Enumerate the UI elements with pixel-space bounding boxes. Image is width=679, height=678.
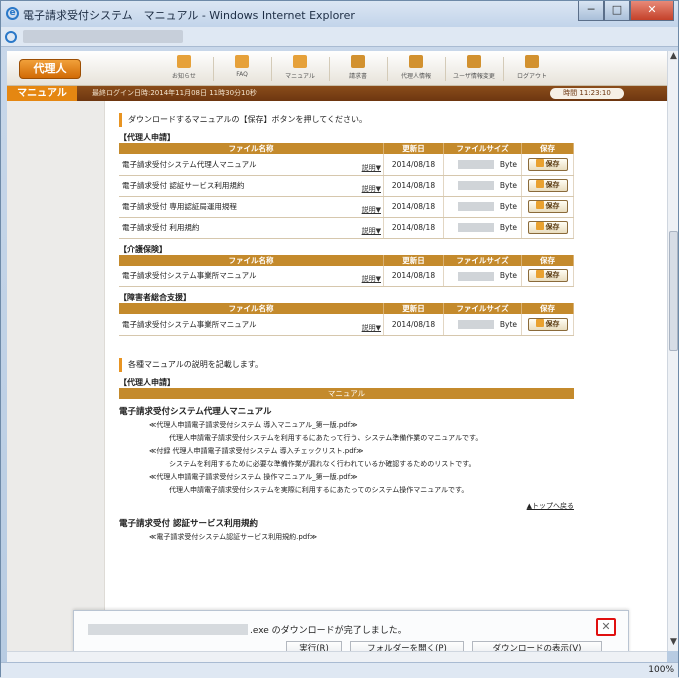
save-button[interactable]: 保存 [527,157,568,171]
save-icon [535,201,544,209]
nav-logout[interactable]: ログアウト [505,55,559,83]
section-title: 【介護保険】 [119,244,167,254]
save-icon [535,270,544,279]
desc-link[interactable]: 説明▼ [362,226,381,236]
sub-header: マニュアル 最終ログイン日時:2014年11月08日 11時30分10秒 時間 … [7,86,667,101]
filename-redacted [88,624,248,635]
user-card-icon [467,55,481,68]
table-row: 電子請求受付 利用規約 説明▼ 2014/08/18 Byte 保存 [119,217,574,239]
nav-faq[interactable]: FAQ [215,55,269,83]
table-row: 電子請求受付システム事業所マニュアル 説明▼ 2014/08/18 Byte 保存 [119,314,574,336]
book-icon [293,55,307,68]
notice-description: 各種マニュアルの説明を記載します。 [119,357,574,372]
app-header: 代理人 お知らせ FAQ マニュアル 請求書 代理人情報 ユーザ情報変更 ログア… [7,51,667,86]
manual-line: ≪代理人申請電子請求受付システム 導入マニュアル_第一版.pdf≫ [149,420,358,429]
zoom-level[interactable]: 100% [648,665,674,675]
main-content: ダウンロードするマニュアルの【保存】ボタンを押してください。 【代理人申請】 フ… [119,113,574,542]
save-button[interactable]: 保存 [527,317,568,331]
save-icon [535,318,544,327]
manual-title: 電子請求受付システム代理人マニュアル [119,406,272,417]
save-button[interactable]: 保存 [527,179,568,192]
desc-link[interactable]: 説明▼ [362,323,381,333]
scroll-thumb[interactable] [669,231,678,351]
notice-download: ダウンロードするマニュアルの【保存】ボタンを押してください。 [119,113,574,127]
manual-line: ≪代理人申請電子請求受付システム 操作マニュアル_第一版.pdf≫ [149,472,358,481]
left-column [7,101,105,651]
ie-page-icon [5,31,17,43]
desc-link[interactable]: 説明▼ [362,205,381,215]
last-login: 最終ログイン日時:2014年11月08日 11時30分10秒 [92,89,257,97]
download-message: .exe のダウンロードが完了しました。 [250,626,407,636]
scroll-down-icon[interactable]: ▼ [668,637,679,651]
section-title: 【障害者総合支援】 [119,293,191,302]
manual-line: ≪付録 代理人申請電子請求受付システム 導入チェックリスト.pdf≫ [149,446,364,455]
nav-manual[interactable]: マニュアル [273,55,327,83]
vertical-scrollbar[interactable]: ▲ ▼ [667,51,678,651]
horizontal-scrollbar[interactable] [7,651,667,662]
manual-table-agent: ファイル名称 更新日 ファイルサイズ 保存 電子請求受付システム代理人マニュアル 説明▼… [119,143,574,239]
manual-tab: マニュアル [7,86,77,101]
table-row: 電子請求受付システム代理人マニュアル 説明▼ 2014/08/18 Byte 保存 [119,154,574,176]
table-row: 電子請求受付 認証サービス利用規約 説明▼ 2014/08/18 Byte 保存 [119,175,574,197]
window-title: 電子請求受付システム マニュアル - Windows Internet Expl… [23,9,355,22]
session-timer: 時間 11:23:10 [550,88,624,99]
agent-button[interactable]: 代理人 [19,59,81,79]
close-icon[interactable]: ✕ [596,618,616,636]
table-row: 電子請求受付システム事業所マニュアル 説明▼ 2014/08/18 Byte 保存 [119,265,574,287]
address-field[interactable] [23,30,183,43]
desc-link[interactable]: 説明▼ [362,274,381,284]
manual-header: マニュアル [119,387,574,399]
status-bar: 100% [1,662,678,678]
manual-table-care: ファイル名称 更新日 ファイルサイズ 保存 電子請求受付システム事業所マニュアル 説明▼… [119,254,574,287]
nav-notice[interactable]: お知らせ [157,55,211,83]
section-title: 【代理人申請】 [119,377,175,387]
save-icon [535,158,544,167]
manual-line: システムを利用するために必要な準備作業が漏れなく行われているか確認するためのリス… [169,459,476,468]
ie-logo-icon: e [6,7,19,20]
title-bar: e 電子請求受付システム マニュアル - Windows Internet Ex… [1,1,678,27]
save-button[interactable]: 保存 [527,221,568,234]
info-icon [177,55,191,68]
save-icon [535,180,544,188]
manual-table-disability: ファイル名称 更新日 ファイルサイズ 保存 電子請求受付システム事業所マニュアル 説明▼… [119,303,574,336]
close-window-button[interactable]: ✕ [630,1,674,21]
page-viewport: 代理人 お知らせ FAQ マニュアル 請求書 代理人情報 ユーザ情報変更 ログア… [7,51,667,651]
invoice-icon [351,55,365,68]
manual-title: 電子請求受付 認証サービス利用規約 [119,518,258,529]
section-title: 【代理人申請】 [119,133,175,142]
maximize-button[interactable]: □ [604,1,630,21]
browser-window: e 電子請求受付システム マニュアル - Windows Internet Ex… [0,0,679,678]
person-icon [409,55,423,68]
logout-icon [525,55,539,68]
table-row: 電子請求受付 専用認証局運用規程 説明▼ 2014/08/18 Byte 保存 [119,196,574,218]
save-button[interactable]: 保存 [527,200,568,213]
address-bar[interactable] [1,27,678,47]
save-icon [535,222,544,230]
desc-link[interactable]: 説明▼ [362,184,381,194]
nav-agent-info[interactable]: 代理人情報 [389,55,443,83]
minimize-button[interactable]: ─ [578,1,604,21]
back-to-top-link[interactable]: ▲トップへ戻る [119,501,574,511]
scroll-up-icon[interactable]: ▲ [668,51,679,65]
save-button[interactable]: 保存 [527,269,568,283]
faq-icon [235,55,249,68]
manual-line: ≪電子請求受付システム認証サービス利用規約.pdf≫ [149,532,318,541]
nav-user-info[interactable]: ユーザ情報変更 [447,55,501,83]
desc-link[interactable]: 説明▼ [362,163,381,173]
nav-invoice[interactable]: 請求書 [331,55,385,83]
manual-line: 代理人申請電子請求受付システムを利用するにあたって行う、システム準備作業のマニュ… [169,433,483,442]
manual-line: 代理人申請電子請求受付システムを実際に利用するにあたってのシステム操作マニュアル… [169,485,469,494]
